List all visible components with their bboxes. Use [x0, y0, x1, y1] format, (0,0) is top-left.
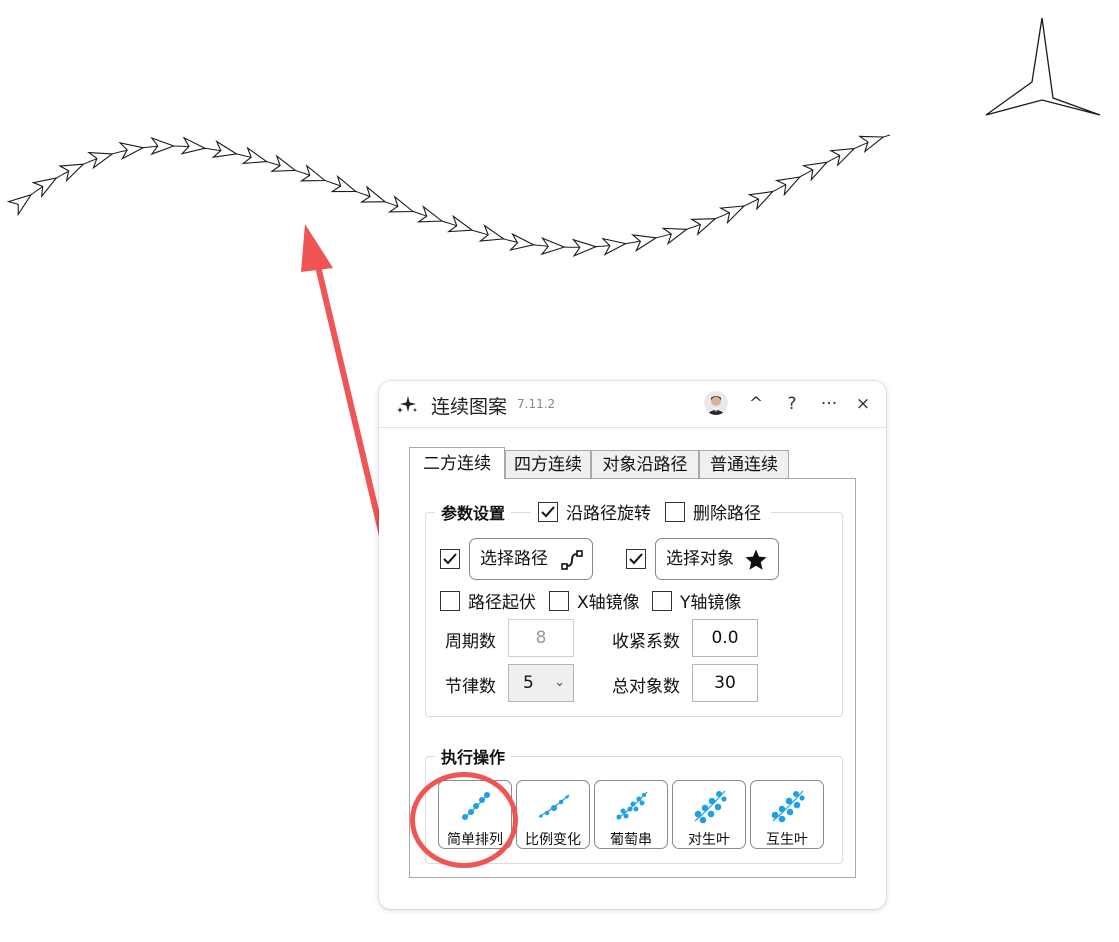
chain-arrowhead	[58, 163, 85, 183]
opposite-leaf-label: 对生叶	[688, 832, 730, 848]
chain-arrowhead	[150, 136, 176, 156]
avatar-icon	[704, 391, 728, 415]
close-button[interactable]: ×	[850, 391, 876, 417]
actions-group-title: 执行操作	[435, 744, 512, 768]
chain-arrowhead	[478, 224, 506, 242]
path-icon	[561, 550, 583, 570]
chain-arrowhead	[118, 141, 145, 161]
source-arrowhead-shape	[985, 17, 1101, 116]
collapse-button[interactable]: ^	[743, 391, 769, 417]
check-icon	[629, 553, 643, 565]
more-button[interactable]: ···	[816, 391, 842, 417]
version-label: 7.11.2	[517, 397, 556, 411]
scale-change-icon	[538, 794, 570, 818]
period-input: 8	[508, 619, 574, 657]
chain-arrowhead	[87, 151, 114, 170]
chain-arrowhead	[747, 190, 775, 211]
total-objects-input[interactable]: 30	[692, 664, 758, 702]
delete-path-checkbox[interactable]	[665, 502, 685, 522]
alternate-leaf-label: 互生叶	[766, 832, 808, 848]
rhythm-value: 5	[523, 673, 534, 693]
chain-arrowhead	[31, 177, 58, 199]
select-path-checkbox[interactable]	[440, 549, 460, 569]
chain-arrowhead	[180, 136, 207, 155]
path-undulation-label: 路径起伏	[468, 593, 536, 613]
chain-arrowhead	[6, 193, 33, 217]
panel-title: 连续图案	[431, 396, 508, 418]
chain-arrowhead	[540, 236, 566, 256]
tab-normal-continuous[interactable]: 普通连续	[699, 450, 789, 478]
x-mirror-label: X轴镜像	[577, 593, 640, 613]
chain-arrowhead	[828, 147, 856, 167]
chain-arrowhead	[241, 146, 269, 165]
chain-arrowhead	[299, 164, 327, 182]
chain-arrowhead	[416, 205, 444, 223]
period-label: 周期数	[445, 632, 496, 652]
opposite-leaf-button[interactable]: 对生叶	[672, 780, 746, 849]
chain-arrowhead	[601, 237, 628, 256]
tab-four-way[interactable]: 四方连续	[505, 450, 591, 478]
path-undulation-checkbox[interactable]	[440, 591, 460, 611]
opposite-leaf-icon	[694, 790, 727, 824]
tab-two-way[interactable]: 二方连续	[409, 447, 505, 479]
simple-arrange-icon	[462, 792, 490, 820]
help-button[interactable]: ?	[779, 391, 805, 417]
select-object-label: 选择对象	[666, 549, 734, 569]
delete-path-label: 删除路径	[693, 504, 761, 524]
scale-change-button[interactable]: 比例变化	[516, 780, 590, 849]
tighten-label: 收紧系数	[612, 632, 680, 652]
check-icon	[541, 506, 555, 518]
chain-arrowhead	[387, 195, 415, 213]
chain-arrowhead	[718, 205, 746, 225]
params-group-title: 参数设置	[435, 500, 512, 524]
grape-cluster-label: 葡萄串	[610, 832, 652, 848]
chain-arrowhead	[857, 135, 885, 154]
tighten-input[interactable]: 0.0	[692, 619, 758, 657]
chain-arrowhead	[359, 185, 387, 203]
sparkle-icon	[397, 396, 417, 413]
rhythm-label: 节律数	[445, 677, 496, 697]
chain-arrowhead	[211, 140, 239, 158]
tab-object-along-path[interactable]: 对象沿路径	[591, 450, 699, 478]
alternate-leaf-button[interactable]: 互生叶	[750, 780, 824, 849]
simple-arrange-button[interactable]: 简单排列	[438, 780, 512, 849]
grape-cluster-icon	[616, 791, 648, 820]
total-objects-label: 总对象数	[612, 677, 680, 697]
y-mirror-checkbox[interactable]	[652, 591, 672, 611]
check-icon	[443, 553, 457, 565]
chain-arrowhead	[801, 161, 829, 182]
arrowhead-chain-pattern	[6, 134, 891, 257]
y-mirror-label: Y轴镜像	[680, 593, 742, 613]
user-avatar[interactable]	[704, 391, 728, 415]
chain-arrowhead	[508, 232, 535, 251]
alternate-leaf-icon	[771, 790, 805, 823]
rotate-along-path-checkbox[interactable]	[538, 502, 558, 522]
chain-arrowhead	[631, 234, 658, 252]
select-object-button[interactable]: 选择对象	[655, 538, 779, 580]
select-path-button[interactable]: 选择路径	[469, 538, 593, 580]
continuous-pattern-panel: 连续图案 7.11.2 ^ ? ··· × 二方连续 四方连续 对象沿路径 普通…	[379, 381, 886, 909]
x-mirror-checkbox[interactable]	[549, 591, 569, 611]
chain-arrowhead	[661, 227, 689, 246]
select-object-checkbox[interactable]	[626, 549, 646, 569]
chain-arrowhead	[270, 154, 297, 172]
chain-arrowhead	[330, 174, 358, 193]
select-path-label: 选择路径	[480, 549, 548, 569]
scale-change-label: 比例变化	[525, 832, 581, 848]
chevron-down-icon: ⌄	[554, 675, 565, 690]
title-bar: 连续图案 7.11.2 ^ ? ··· ×	[379, 381, 886, 428]
chain-arrowhead	[689, 218, 717, 236]
grape-cluster-button[interactable]: 葡萄串	[594, 780, 668, 849]
star-icon	[745, 549, 767, 570]
rotate-along-path-label: 沿路径旋转	[566, 504, 651, 524]
chain-arrowhead	[446, 214, 474, 233]
chain-arrowhead	[774, 176, 802, 197]
rhythm-select[interactable]: 5 ⌄	[508, 664, 574, 702]
simple-arrange-label: 简单排列	[447, 832, 503, 848]
